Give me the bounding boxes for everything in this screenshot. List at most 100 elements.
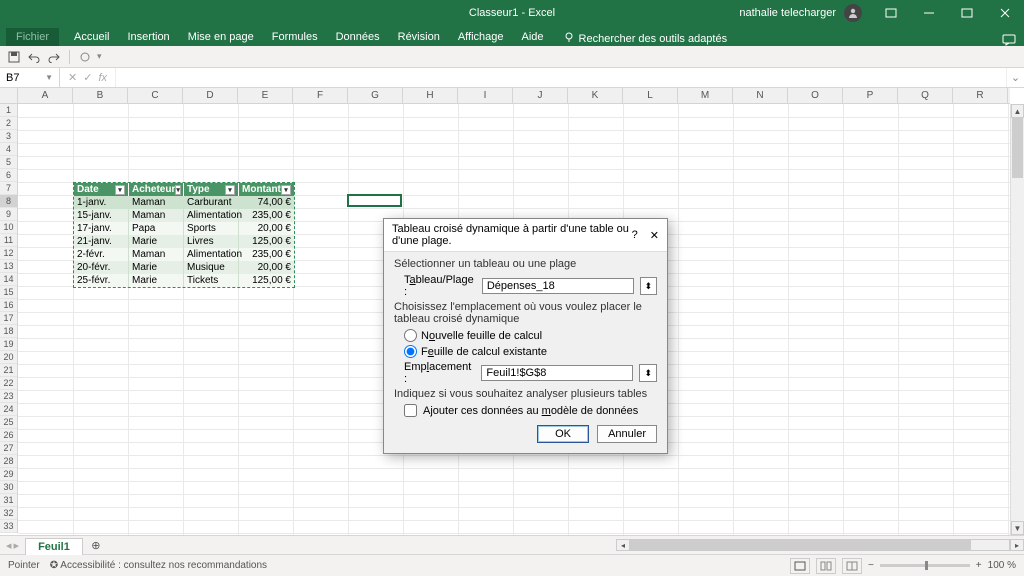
column-header[interactable]: G [348,88,403,103]
zoom-out-icon[interactable]: − [868,560,874,571]
redo-icon[interactable] [46,49,62,65]
row-header[interactable]: 3 [0,130,17,143]
row-header[interactable]: 6 [0,169,17,182]
table-cell[interactable]: Marie [129,261,184,274]
zoom-in-icon[interactable]: + [976,560,982,571]
emplacement-picker-icon[interactable]: ⬍ [639,364,657,382]
row-header[interactable]: 12 [0,247,17,260]
view-page-break-icon[interactable] [842,558,862,574]
tab-insertion[interactable]: Insertion [118,28,178,46]
column-header[interactable]: O [788,88,843,103]
emplacement-input[interactable] [481,365,633,381]
column-header[interactable]: C [128,88,183,103]
scroll-right-icon[interactable]: ▸ [1010,539,1024,551]
row-header[interactable]: 13 [0,260,17,273]
row-header[interactable]: 19 [0,338,17,351]
tab-revision[interactable]: Révision [389,28,449,46]
row-header[interactable]: 20 [0,351,17,364]
select-all-cells[interactable] [0,88,18,104]
add-sheet-icon[interactable]: ⊕ [87,539,105,552]
column-header[interactable]: Q [898,88,953,103]
table-cell[interactable]: 74,00 € [239,196,294,209]
column-header[interactable]: L [623,88,678,103]
column-header[interactable]: D [183,88,238,103]
row-header[interactable]: 15 [0,286,17,299]
table-row[interactable]: 20-févr.MarieMusique20,00 € [74,261,294,274]
row-header[interactable]: 5 [0,156,17,169]
touch-mode-icon[interactable] [77,49,93,65]
sheet-nav-next-icon[interactable]: ▸ [14,539,20,552]
save-icon[interactable] [6,49,22,65]
radio-existing-sheet[interactable] [404,345,417,358]
filter-icon[interactable]: ▾ [225,185,235,195]
column-header[interactable]: F [293,88,348,103]
column-header[interactable]: N [733,88,788,103]
row-header[interactable]: 7 [0,182,17,195]
scroll-thumb-vertical[interactable] [1012,118,1023,178]
table-cell[interactable]: Marie [129,235,184,248]
table-header-cell[interactable]: Montant▾ [239,183,294,196]
qat-dropdown-icon[interactable]: ▾ [97,51,102,62]
table-header-cell[interactable]: Type▾ [184,183,239,196]
scroll-down-icon[interactable]: ▼ [1011,521,1024,535]
table-cell[interactable]: Papa [129,222,184,235]
ribbon-display-icon[interactable] [872,0,910,26]
table-row[interactable]: 2-févr.MamanAlimentation235,00 € [74,248,294,261]
table-cell[interactable]: Maman [129,248,184,261]
radio-new-sheet[interactable] [404,329,417,342]
table-cell[interactable]: 20,00 € [239,222,294,235]
row-header[interactable]: 30 [0,481,17,494]
row-header[interactable]: 9 [0,208,17,221]
row-header[interactable]: 29 [0,468,17,481]
row-headers[interactable]: 1234567891011121314151617181920212223242… [0,104,18,533]
table-cell[interactable]: 2-févr. [74,248,129,261]
view-normal-icon[interactable] [790,558,810,574]
row-header[interactable]: 33 [0,520,17,533]
comments-icon[interactable] [1002,34,1016,46]
row-header[interactable]: 4 [0,143,17,156]
user-name[interactable]: nathalie telecharger [739,7,836,19]
table-range-input[interactable] [482,278,634,294]
dialog-help-icon[interactable]: ? [632,229,638,241]
row-header[interactable]: 16 [0,299,17,312]
row-header[interactable]: 32 [0,507,17,520]
minimize-icon[interactable] [910,0,948,26]
column-header[interactable]: E [238,88,293,103]
column-header[interactable]: K [568,88,623,103]
ok-button[interactable]: OK [537,425,589,443]
row-header[interactable]: 17 [0,312,17,325]
table-cell[interactable]: Livres [184,235,239,248]
cancel-formula-icon[interactable]: ✕ [68,71,77,84]
horizontal-scrollbar[interactable]: ◂ ▸ [616,536,1024,554]
row-header[interactable]: 31 [0,494,17,507]
sheet-tab-active[interactable]: Feuil1 [25,538,83,555]
table-row[interactable]: 21-janv.MarieLivres125,00 € [74,235,294,248]
table-cell[interactable]: Musique [184,261,239,274]
tell-me-search[interactable]: Rechercher des outils adaptés [563,31,728,46]
table-cell[interactable]: 1-janv. [74,196,129,209]
vertical-scrollbar[interactable]: ▲ ▼ [1010,104,1024,535]
row-header[interactable]: 25 [0,416,17,429]
accessibility-status[interactable]: ✪ Accessibilité : consultez nos recomman… [50,560,267,571]
zoom-slider[interactable] [880,564,970,567]
table-cell[interactable]: Tickets [184,274,239,287]
table-cell[interactable]: Carburant [184,196,239,209]
table-cell[interactable]: Alimentation [184,248,239,261]
column-header[interactable]: M [678,88,733,103]
row-header[interactable]: 28 [0,455,17,468]
table-cell[interactable]: 21-janv. [74,235,129,248]
table-cell[interactable]: 20-févr. [74,261,129,274]
cancel-button[interactable]: Annuler [597,425,657,443]
table-header-cell[interactable]: Acheteur▾ [129,183,184,196]
row-header[interactable]: 8 [0,195,17,208]
table-row[interactable]: 15-janv.MamanAlimentation235,00 € [74,209,294,222]
column-header[interactable]: J [513,88,568,103]
tab-aide[interactable]: Aide [512,28,552,46]
tab-file[interactable]: Fichier [6,28,59,46]
tab-affichage[interactable]: Affichage [449,28,513,46]
tab-mise-en-page[interactable]: Mise en page [179,28,263,46]
maximize-icon[interactable] [948,0,986,26]
tab-donnees[interactable]: Données [327,28,389,46]
column-header[interactable]: I [458,88,513,103]
data-table[interactable]: Date▾Acheteur▾Type▾Montant▾1-janv.MamanC… [73,182,295,288]
